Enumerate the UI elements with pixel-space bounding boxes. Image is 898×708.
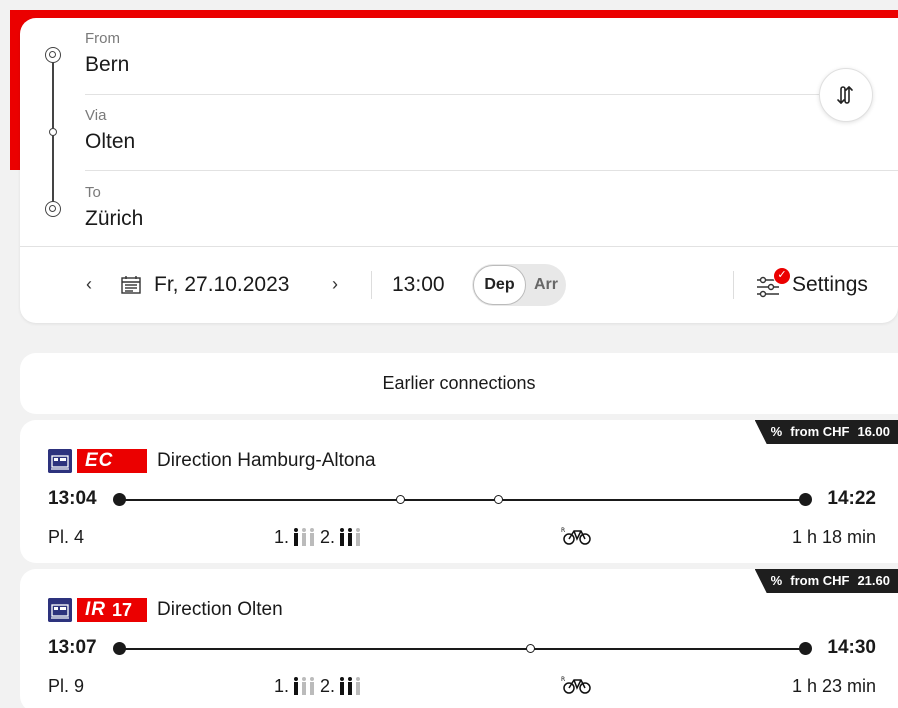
to-value[interactable]: Zürich <box>85 206 143 232</box>
date-time-row: ‹ Fr, 27.10.2023 › 13:00 Dep Arr ✓ Setti… <box>20 247 898 323</box>
bike-reservation-icon: R <box>561 527 591 545</box>
train-type: IR <box>85 599 106 620</box>
second-class-label: 2. <box>320 676 336 696</box>
destination-stop-icon <box>45 201 61 217</box>
arrival-time: 14:30 <box>827 637 876 658</box>
timeline-end-dot <box>799 642 812 655</box>
timeline-stop-dot <box>396 495 405 504</box>
date-value[interactable]: Fr, 27.10.2023 <box>154 271 289 299</box>
divider <box>85 94 870 95</box>
occupancy-medium-icon <box>340 677 361 695</box>
duration: 1 h 23 min <box>791 676 876 696</box>
divider <box>733 271 734 299</box>
connection-card[interactable]: % from CHF 21.60 IR 17 Direction Olten 13:… <box>20 569 898 708</box>
timeline-start-dot <box>113 642 126 655</box>
timeline-line <box>119 499 805 501</box>
platform: Pl. 9 <box>48 676 85 696</box>
occupancy-low-icon <box>294 677 315 695</box>
to-label: To <box>85 184 101 201</box>
price-prefix-text: from CHF <box>790 424 850 439</box>
price-tag: % from CHF 21.60 <box>754 569 898 593</box>
via-stop-icon <box>49 128 57 136</box>
dep-arr-toggle[interactable]: Dep Arr <box>472 264 566 306</box>
via-value[interactable]: Olten <box>85 129 135 155</box>
occupancy-info: 1. 2. <box>274 525 366 549</box>
discount-percent-icon: % <box>770 573 783 588</box>
departure-time: 13:07 <box>48 637 97 658</box>
price-prefix-text: from CHF <box>790 573 850 588</box>
departure-option[interactable]: Dep <box>473 265 526 305</box>
swap-direction-button[interactable] <box>819 68 873 122</box>
from-value[interactable]: Bern <box>85 52 129 78</box>
price-value: 16.00 <box>857 424 890 439</box>
occupancy-low-icon <box>294 528 315 546</box>
via-field[interactable]: Via Olten <box>85 107 135 155</box>
train-number: 17 <box>112 600 133 620</box>
departure-time: 13:04 <box>48 488 97 509</box>
price-tag: % from CHF 16.00 <box>754 420 898 444</box>
next-day-button[interactable]: › <box>332 274 338 294</box>
origin-stop-icon <box>45 47 61 63</box>
via-label: Via <box>85 107 107 124</box>
earlier-connections-button[interactable]: Earlier connections <box>20 353 898 414</box>
from-field[interactable]: From Bern <box>85 30 129 78</box>
arrival-option[interactable]: Arr <box>530 264 562 306</box>
settings-button[interactable]: Settings <box>792 271 868 299</box>
first-class-label: 1. <box>274 527 290 547</box>
to-field[interactable]: To Zürich <box>85 184 143 232</box>
timeline-start-dot <box>113 493 126 506</box>
timeline-end-dot <box>799 493 812 506</box>
platform: Pl. 4 <box>48 527 85 547</box>
from-label: From <box>85 30 120 47</box>
previous-day-button[interactable]: ‹ <box>86 274 92 294</box>
occupancy-medium-icon <box>340 528 361 546</box>
price-value: 21.60 <box>857 573 890 588</box>
train-operator-icon <box>48 449 72 473</box>
occupancy-info: 1. 2. <box>274 674 366 698</box>
time-value[interactable]: 13:00 <box>392 271 445 299</box>
train-type-badge: EC <box>77 449 147 473</box>
train-type: EC <box>85 450 114 471</box>
journey-form-card: From Bern Via Olten To Zürich ‹ Fr, 27.1… <box>20 18 898 323</box>
divider <box>85 170 898 171</box>
svg-text:R: R <box>561 676 565 683</box>
arrival-time: 14:22 <box>827 488 876 509</box>
direction-text: Direction Hamburg-Altona <box>157 450 376 471</box>
train-operator-icon <box>48 598 72 622</box>
duration: 1 h 18 min <box>791 527 876 547</box>
first-class-label: 1. <box>274 676 290 696</box>
divider <box>371 271 372 299</box>
train-type-badge: IR 17 <box>77 598 147 622</box>
swap-arrows-icon <box>837 86 853 104</box>
timeline-stop-dot <box>526 644 535 653</box>
calendar-icon <box>121 276 141 294</box>
svg-text:R: R <box>561 527 565 534</box>
discount-percent-icon: % <box>770 424 783 439</box>
connection-card[interactable]: % from CHF 16.00 EC Direction Hamburg-Alto… <box>20 420 898 563</box>
second-class-label: 2. <box>320 527 336 547</box>
bike-reservation-icon: R <box>561 676 591 694</box>
timeline-stop-dot <box>494 495 503 504</box>
settings-active-badge-icon: ✓ <box>773 267 791 285</box>
timeline-line <box>119 648 805 650</box>
direction-text: Direction Olten <box>157 599 283 620</box>
